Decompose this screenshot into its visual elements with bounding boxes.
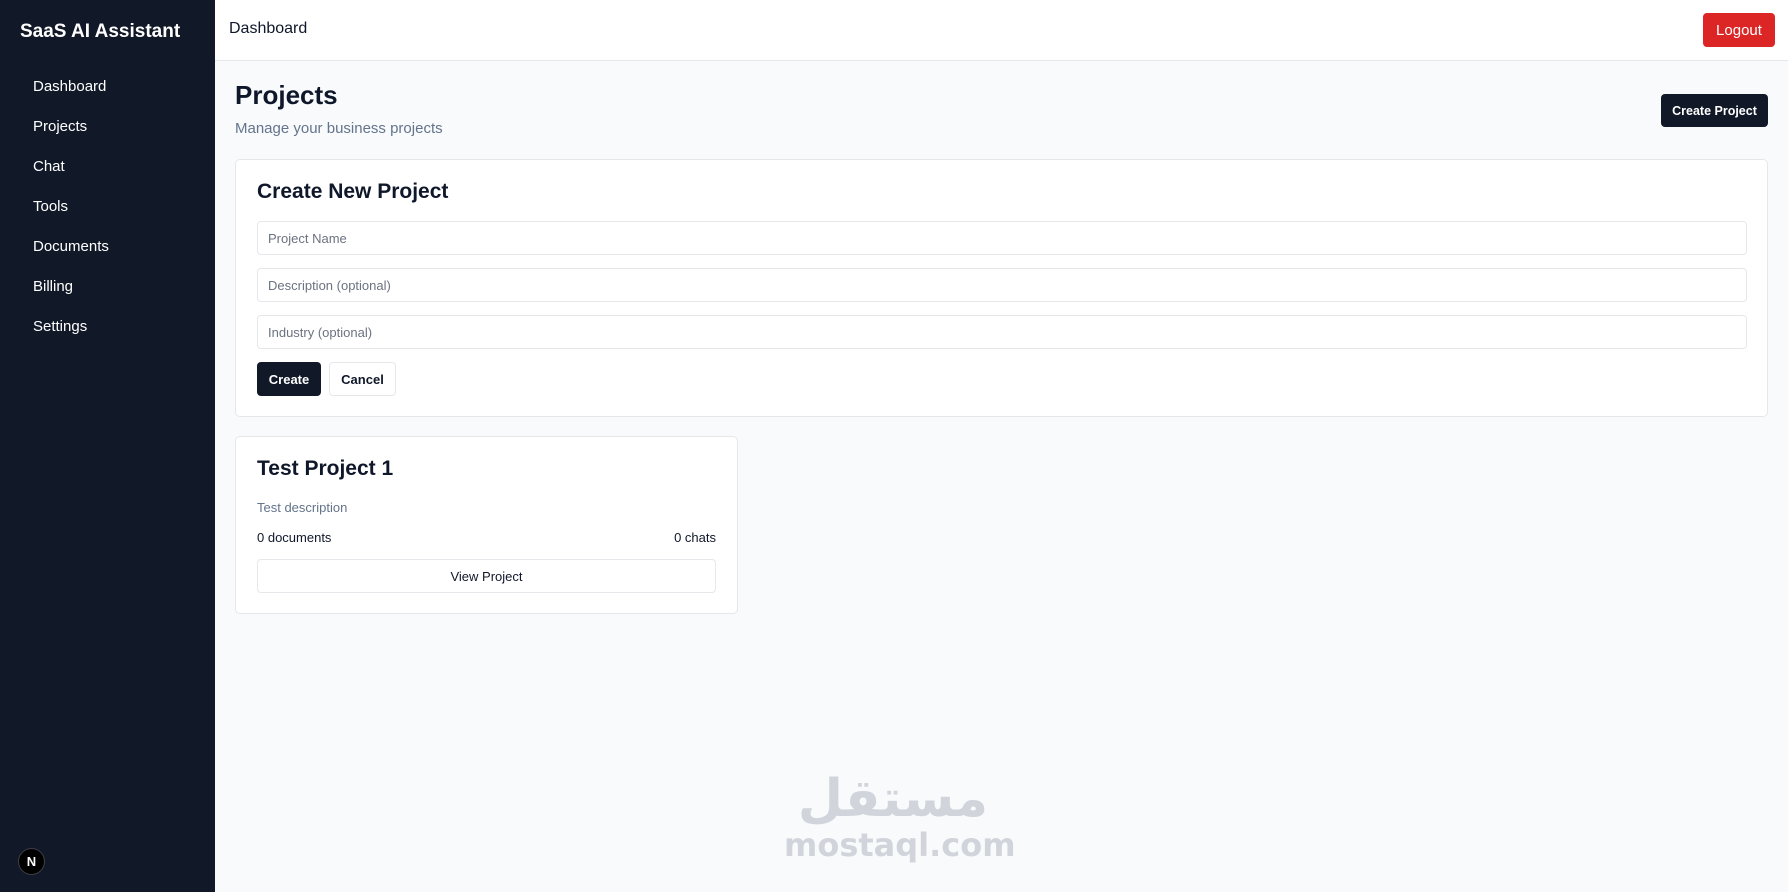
sidebar-item-dashboard[interactable]: Dashboard [0,67,215,107]
create-project-form: Create New Project Create Cancel [235,159,1768,417]
project-chats-count: 0 chats [674,530,716,545]
project-industry-input[interactable] [257,315,1747,349]
page-subtitle: Manage your business projects [235,120,443,137]
view-project-button[interactable]: View Project [257,559,716,593]
sidebar-item-tools[interactable]: Tools [0,187,215,227]
sidebar-item-documents[interactable]: Documents [0,227,215,267]
project-description-input[interactable] [257,268,1747,302]
project-name-input[interactable] [257,221,1747,255]
nextjs-logo-icon[interactable]: N [18,848,45,875]
sidebar-nav: Dashboard Projects Chat Tools Documents … [0,67,215,347]
sidebar-item-settings[interactable]: Settings [0,307,215,347]
app-brand: SaaS AI Assistant [20,21,181,42]
sidebar-item-billing[interactable]: Billing [0,267,215,307]
form-title: Create New Project [257,180,449,203]
project-card: Test Project 1 Test description 0 docume… [235,436,738,614]
project-documents-count: 0 documents [257,530,332,545]
watermark-logo: مستقل mostaql.com [784,769,1016,864]
logout-button[interactable]: Logout [1703,13,1775,47]
top-header: Dashboard Logout [215,0,1788,61]
page-title: Projects [235,80,338,110]
project-name: Test Project 1 [257,457,394,480]
watermark-arabic: مستقل [797,769,989,829]
watermark-latin: mostaql.com [784,826,1016,864]
sidebar-item-chat[interactable]: Chat [0,147,215,187]
sidebar: SaaS AI Assistant Dashboard Projects Cha… [0,0,215,892]
create-project-button[interactable]: Create Project [1661,94,1768,127]
create-button[interactable]: Create [257,362,321,396]
header-title: Dashboard [229,20,308,37]
cancel-button[interactable]: Cancel [329,362,396,396]
sidebar-item-projects[interactable]: Projects [0,107,215,147]
project-description: Test description [257,500,348,515]
